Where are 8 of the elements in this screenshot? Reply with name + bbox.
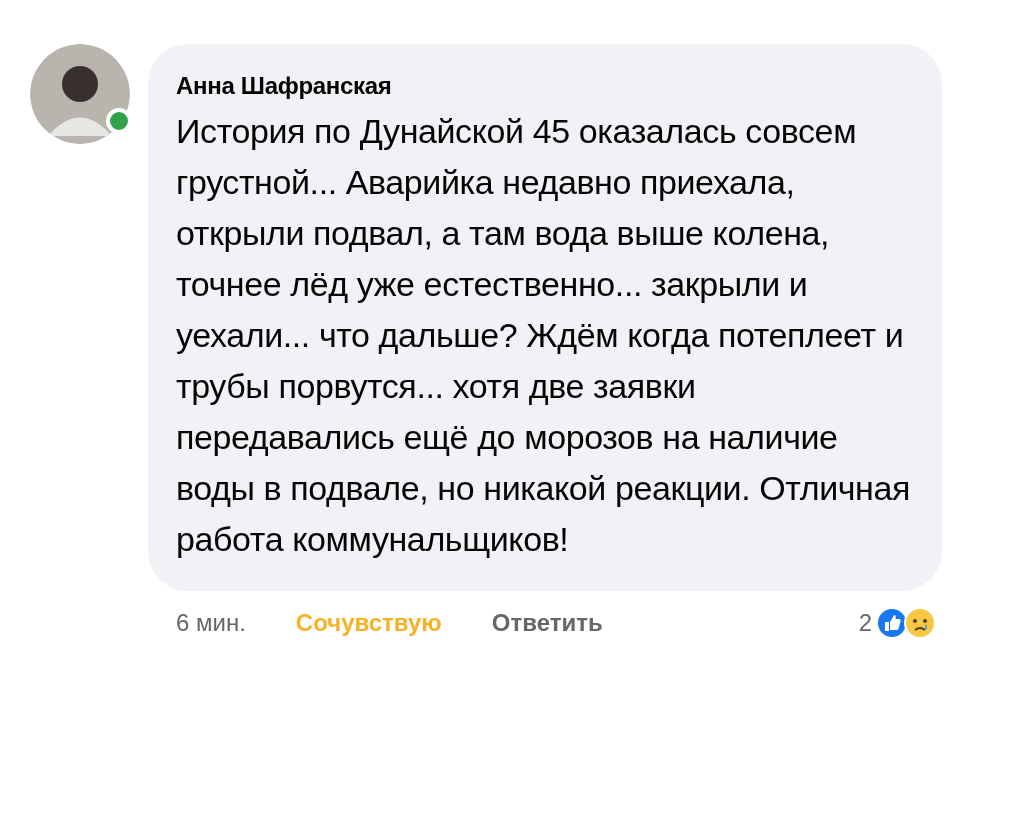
- sad-face-icon: [904, 607, 936, 639]
- comment-text: История по Дунайской 45 оказалась совсем грустной... Аварийка недавно приехала, открыли подвал, а там вода выше колена, точнее лёд уже естественно... закрыли и уехали... что дальше? Ждём когда потеплеет и трубы порвутся... хотя две заявки передавались ещё до морозов на наличие воды в подвале, но никакой реакции. Отличная работа коммунальщиков!: [176, 111, 912, 560]
- reaction-count[interactable]: 2: [858, 609, 872, 637]
- thumbs-up-icon: [876, 607, 908, 639]
- timestamp[interactable]: 6 мин.: [176, 609, 246, 637]
- reply-button[interactable]: Ответить: [491, 609, 603, 637]
- avatar[interactable]: [30, 44, 130, 144]
- author-name[interactable]: Анна Шафранская: [176, 72, 916, 100]
